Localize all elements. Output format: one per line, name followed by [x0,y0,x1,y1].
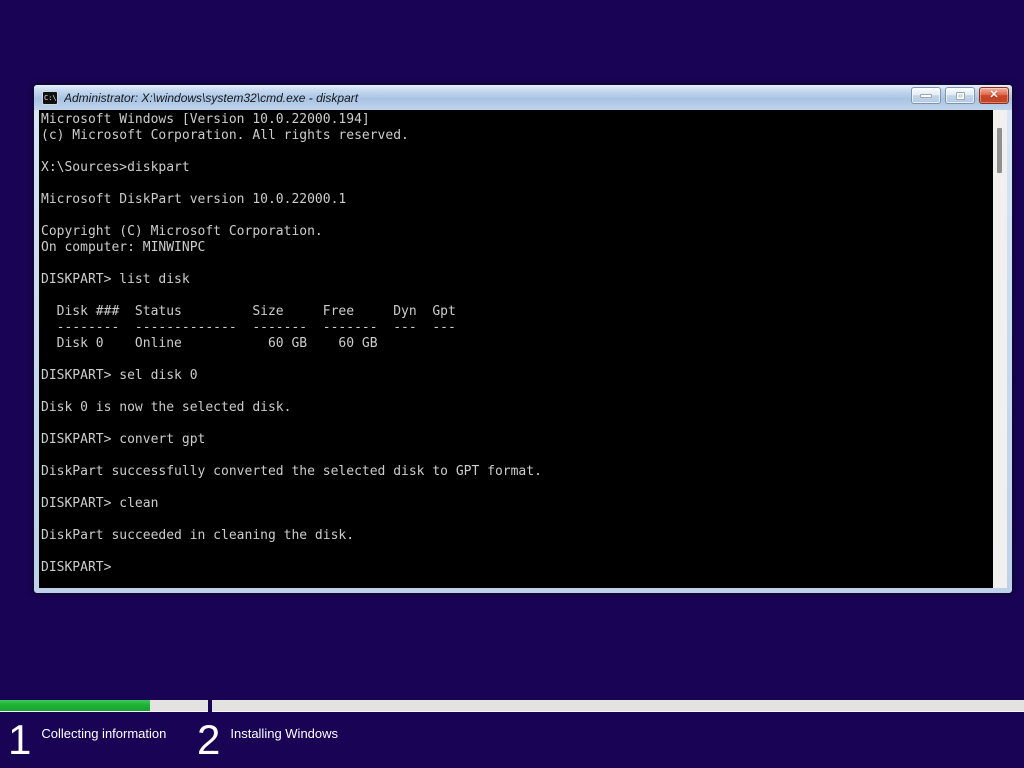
scrollbar-thumb[interactable] [997,128,1002,173]
maximize-icon [955,91,965,100]
close-icon: ✕ [989,89,999,101]
window-controls: ✕ [911,87,1009,104]
step-label: Collecting information [41,726,167,741]
minimize-icon [920,93,932,98]
titlebar[interactable]: C:\ Administrator: X:\windows\system32\c… [34,85,1012,110]
step-number: 1 [8,716,31,763]
setup-step-installing-windows: 2 Installing Windows [197,718,338,762]
step-label: Installing Windows [230,726,339,741]
step-number: 2 [197,716,220,763]
cmd-window: C:\ Administrator: X:\windows\system32\c… [33,84,1013,594]
progress-segment-installing [212,700,1024,712]
winpe-setup-screen: C:\ Administrator: X:\windows\system32\c… [0,0,1024,768]
setup-progress-bar [0,700,1024,712]
progress-segment-collecting [0,700,208,712]
close-button[interactable]: ✕ [979,87,1009,104]
terminal-area[interactable]: Microsoft Windows [Version 10.0.22000.19… [39,110,1007,588]
vertical-scrollbar[interactable] [993,110,1007,588]
console-output: Microsoft Windows [Version 10.0.22000.19… [41,112,542,575]
cmd-prompt-icon: C:\ [42,90,58,105]
progress-fill-collecting [0,700,150,711]
setup-step-collecting-information: 1 Collecting information [8,718,166,762]
minimize-button[interactable] [911,87,941,104]
window-title: Administrator: X:\windows\system32\cmd.e… [64,90,359,105]
maximize-button[interactable] [945,87,975,104]
